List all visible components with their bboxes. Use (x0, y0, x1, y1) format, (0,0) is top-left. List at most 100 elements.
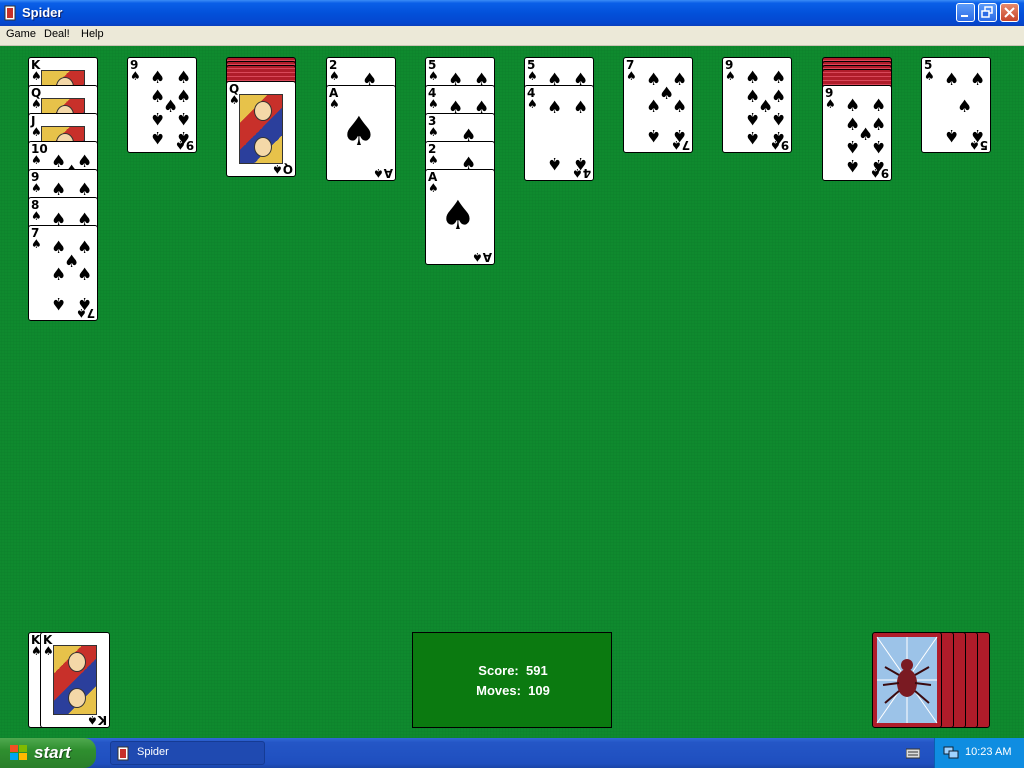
close-button[interactable] (1000, 3, 1019, 22)
card-rank-corner: 5♠ (968, 138, 988, 152)
spade-icon: ♠ (672, 97, 688, 117)
card-rank-corner: 5♠ (924, 58, 935, 83)
stock-pile[interactable] (872, 632, 942, 728)
card-4-spades[interactable]: 4♠♠♠♠♠4♠ (524, 85, 594, 181)
spade-icon: ♠ (428, 97, 439, 111)
card-rank-corner: 9♠ (869, 166, 889, 180)
spade-icon: ♠ (150, 68, 166, 88)
card-rank-corner: 4♠ (527, 86, 538, 111)
spade-icon: ♠ (77, 265, 93, 285)
completed-run-K-spades[interactable]: K♠K♠ (40, 632, 110, 728)
card-rank-corner: 4♠ (428, 86, 439, 111)
card-rank-corner: A♠ (471, 250, 492, 264)
start-button[interactable]: start (0, 738, 96, 768)
menu-help[interactable]: Help (81, 28, 104, 40)
card-A-spades[interactable]: A ♠ ♠ A♠ (425, 169, 495, 265)
spade-icon: ♠ (944, 125, 960, 145)
network-icon[interactable] (943, 746, 959, 760)
spade-icon: ♠ (31, 153, 42, 167)
card-rank-corner: 9♠ (769, 138, 789, 152)
spade-icon: ♠ (31, 181, 42, 195)
spade-icon: ♠ (745, 127, 761, 147)
spade-icon: ♠ (527, 97, 538, 111)
taskbar-button-label: Spider (137, 746, 169, 758)
menu-game[interactable]: Game (6, 28, 36, 40)
spade-icon: ♠ (547, 98, 563, 118)
spider-web-icon (876, 636, 938, 724)
spade-icon: ♠ (51, 293, 67, 313)
spade-icon: ♠ (845, 155, 861, 175)
card-9-spades[interactable]: 9♠♠♠♠♠♠♠♠♠♠9♠ (722, 57, 792, 153)
title-bar[interactable]: Spider (0, 0, 1024, 26)
spade-icon: ♠ (329, 97, 340, 111)
spade-icon: ♠ (944, 70, 960, 90)
menu-deal[interactable]: Deal! (44, 28, 70, 40)
spade-icon: ♠ (527, 69, 538, 83)
card-rank-corner: 9♠ (130, 58, 141, 83)
spade-icon: ♠ (871, 136, 887, 156)
spade-icon: ♠ (150, 108, 166, 128)
card-rank-corner: 3♠ (428, 114, 439, 139)
card-rank-corner: 7♠ (31, 226, 42, 251)
spade-icon: ♠ (77, 238, 93, 258)
score-line: Score: 591 (413, 663, 613, 678)
card-Q-spades[interactable]: Q♠Q♠ (226, 81, 296, 177)
clock: 10:23 AM (965, 746, 1012, 758)
spade-icon: ♠ (573, 98, 589, 118)
card-7-spades[interactable]: 7 ♠ ♠ ♠ ♠ ♠ ♠ ♠ ♠ 7♠ (623, 57, 693, 153)
spade-icon: ♠ (924, 69, 935, 83)
card-9-spades[interactable]: 9♠♠♠♠♠♠♠♠♠♠9♠ (127, 57, 197, 153)
spade-icon: ♠ (771, 87, 787, 107)
restore-icon (981, 6, 993, 18)
spade-icon: ♠ (825, 97, 836, 111)
restore-button[interactable] (978, 3, 997, 22)
moves-value: 109 (528, 683, 550, 698)
spade-icon: ♠ (745, 108, 761, 128)
spade-icon: ♠ (845, 96, 861, 116)
card-rank-corner: 7♠ (75, 306, 95, 320)
card-rank-corner: Q♠ (272, 162, 293, 176)
score-panel[interactable]: Score: 591 Moves: 109 (412, 632, 612, 728)
minimize-icon (961, 15, 968, 17)
card-rank-corner: A♠ (428, 170, 439, 195)
spade-icon: ♠ (428, 153, 439, 167)
card-rank-corner: K♠ (86, 713, 107, 727)
card-rank-corner: 7♠ (670, 138, 690, 152)
card-9-spades[interactable]: 9♠♠♠♠♠♠♠♠♠♠9♠ (822, 85, 892, 181)
face-card-portrait (53, 645, 97, 715)
spade-icon: ♠ (31, 237, 42, 251)
card-A-spades[interactable]: A ♠ ♠ A♠ (326, 85, 396, 181)
spade-icon: ♠ (51, 265, 67, 285)
spade-icon: ♠ (428, 69, 439, 83)
spade-icon: ♠ (771, 68, 787, 88)
spade-icon: ♠ (725, 69, 736, 83)
spade-icon: ♠ (150, 127, 166, 147)
keyboard-icon[interactable] (906, 747, 920, 759)
face-card-portrait (239, 94, 283, 164)
spade-icon: ♠ (771, 108, 787, 128)
spade-icon: ♠ (626, 69, 637, 83)
card-5-spades[interactable]: 5♠♠♠♠♠♠5♠ (921, 57, 991, 153)
taskbar-button-spider[interactable]: Spider (110, 741, 265, 765)
spade-icon: ♠ (176, 68, 192, 88)
spade-icon: ♠ (547, 153, 563, 173)
spade-icon: ♠ (329, 69, 340, 83)
score-value: 591 (526, 663, 548, 678)
face-head (68, 688, 86, 708)
taskbar: start Spider 10:23 AM (0, 738, 1024, 768)
card-rank-corner: A♠ (372, 166, 393, 180)
minimize-button[interactable] (956, 3, 975, 22)
card-7-spades[interactable]: 7 ♠ ♠ ♠ ♠ ♠ ♠ ♠ ♠ 7♠ (28, 225, 98, 321)
card-rank-corner: 9♠ (31, 170, 42, 195)
face-head (68, 652, 86, 672)
spade-icon: ♠ (745, 68, 761, 88)
score-label: Score: (478, 663, 519, 678)
spade-icon: ♠ (871, 96, 887, 116)
spade-icon: ♠ (176, 108, 192, 128)
spade-icon: ♠ (130, 69, 141, 83)
card-rank-corner: 2♠ (428, 142, 439, 167)
spade-icon: ♠ (845, 136, 861, 156)
spade-icon: ♠ (970, 70, 986, 90)
spade-icon: ♠ (871, 115, 887, 135)
card-rank-corner: 10♠ (31, 142, 48, 167)
